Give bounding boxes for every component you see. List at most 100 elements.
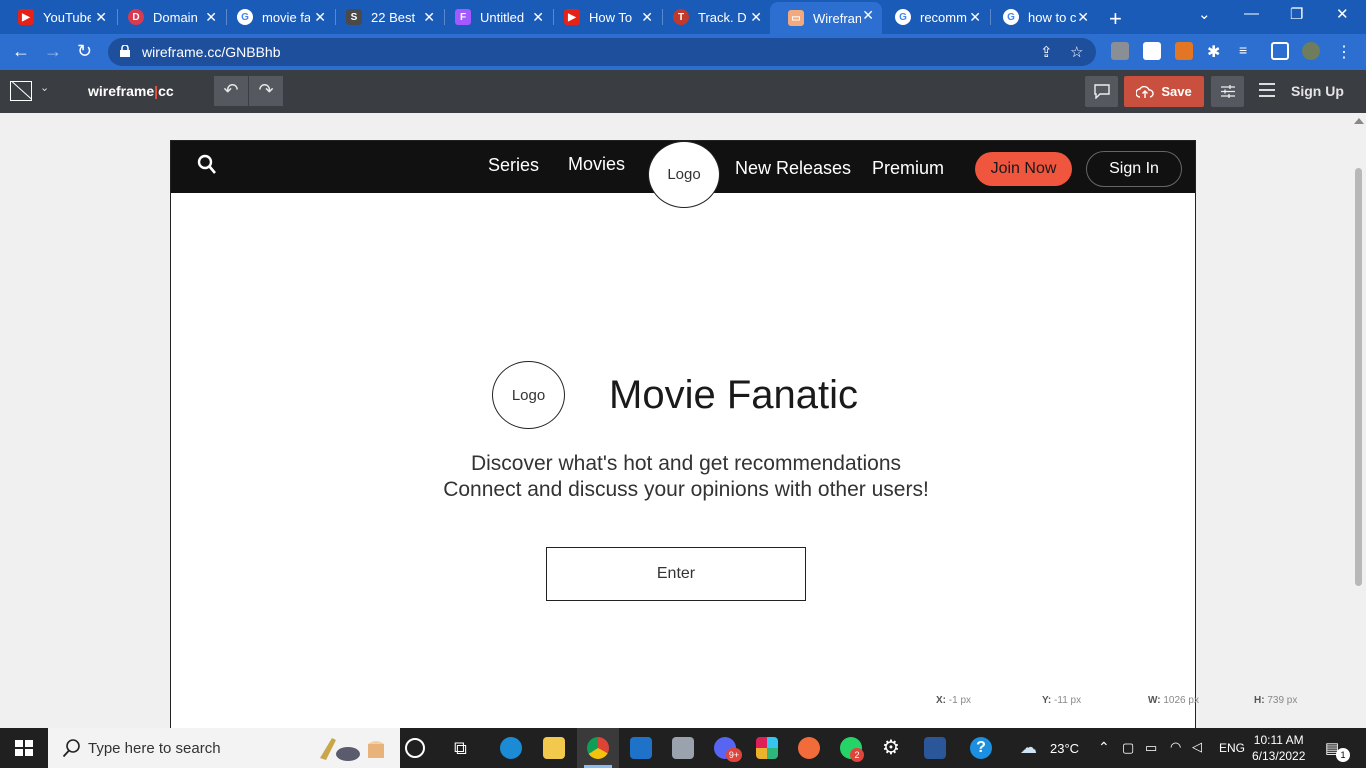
battery-icon[interactable]: ▭	[1145, 740, 1157, 756]
close-icon[interactable]: ✕	[969, 9, 981, 26]
clock[interactable]: 10:11 AM 6/13/2022	[1252, 732, 1305, 764]
browser-tab[interactable]: G movie fa ✕	[219, 4, 334, 30]
help-icon[interactable]: ?	[970, 737, 992, 759]
browser-tab[interactable]: G how to c ✕	[985, 4, 1097, 30]
word-icon[interactable]	[924, 737, 946, 759]
close-icon[interactable]: ✕	[862, 7, 874, 24]
language-indicator[interactable]: ENG	[1219, 741, 1245, 755]
enter-button[interactable]: Enter	[546, 547, 806, 601]
forward-icon[interactable]: →	[44, 41, 62, 62]
postman-icon[interactable]	[798, 737, 820, 759]
back-icon[interactable]: ←	[12, 41, 30, 62]
nav-link-movies[interactable]: Movies	[568, 154, 625, 175]
hamburger-menu-icon[interactable]	[1259, 83, 1275, 97]
windows-start-icon[interactable]	[15, 740, 33, 757]
volume-icon[interactable]: ◁	[1192, 739, 1202, 755]
more-menu-icon[interactable]: ⋮	[1336, 42, 1354, 61]
close-icon[interactable]: ✕	[205, 9, 217, 26]
cortana-icon[interactable]	[405, 738, 425, 758]
bookmark-star-icon[interactable]: ☆	[1070, 43, 1083, 61]
browser-toolbar: ← → ↻ wireframe.cc/GNBBhb ⇪ ☆ ✱ ≡ ⋮	[0, 34, 1366, 70]
coord-x: X: -1 px	[936, 695, 972, 706]
extensions-puzzle-icon[interactable]: ✱	[1207, 42, 1225, 61]
edge-icon[interactable]	[500, 737, 522, 759]
nav-link-series[interactable]: Series	[488, 155, 539, 176]
slack-icon[interactable]	[756, 737, 778, 759]
nav-link-premium[interactable]: Premium	[872, 158, 944, 179]
chevron-down-icon[interactable]: ⌄	[40, 81, 49, 94]
shape-tool-icon[interactable]	[10, 81, 32, 101]
browser-tab[interactable]: F Untitled ✕	[437, 4, 552, 30]
comment-button[interactable]	[1085, 76, 1118, 107]
browser-tab[interactable]: S 22 Best ✕	[328, 4, 443, 30]
vscode-icon[interactable]	[630, 737, 652, 759]
nav-link-new-releases[interactable]: New Releases	[735, 158, 851, 179]
close-icon[interactable]: ✕	[314, 9, 326, 26]
close-icon[interactable]: ✕	[95, 9, 107, 26]
metamask-icon[interactable]	[1175, 42, 1193, 60]
sign-in-button[interactable]: Sign In	[1086, 151, 1182, 187]
close-icon[interactable]: ✕	[641, 9, 653, 26]
extension-glasses-icon[interactable]	[1143, 42, 1161, 60]
wireframe-icon: ▭	[788, 10, 804, 26]
reload-icon[interactable]: ↻	[77, 41, 92, 62]
close-icon[interactable]: ✕	[423, 9, 435, 26]
scroll-up-icon[interactable]	[1354, 118, 1364, 124]
signup-link[interactable]: Sign Up	[1291, 83, 1344, 99]
browser-tab-strip: ▶ YouTube ✕ D Domain ✕ G movie fa ✕ S 22…	[0, 0, 1366, 34]
undo-button[interactable]: ↶	[214, 76, 248, 106]
cloud-upload-icon	[1136, 85, 1155, 98]
save-button[interactable]: Save	[1124, 76, 1204, 107]
file-explorer-icon[interactable]	[543, 737, 565, 759]
minimize-icon[interactable]: —	[1244, 5, 1259, 22]
address-bar[interactable]: wireframe.cc/GNBBhb ⇪ ☆	[108, 38, 1096, 66]
browser-tab[interactable]: D Domain ✕	[110, 4, 225, 30]
brand-logo: wireframe|cc	[88, 83, 174, 99]
settings-gear-icon[interactable]: ⚙	[882, 737, 904, 759]
close-icon[interactable]: ✕	[532, 9, 544, 26]
browser-tab[interactable]: ▶ How To ✕	[546, 4, 661, 30]
hero-title: Movie Fanatic	[609, 373, 858, 417]
search-icon[interactable]	[197, 154, 217, 176]
tab-search-chevron-icon[interactable]: ⌄	[1198, 5, 1211, 23]
google-icon: G	[895, 9, 911, 25]
restore-icon[interactable]: ❐	[1290, 5, 1303, 23]
join-now-button[interactable]: Join Now	[975, 152, 1072, 186]
wireframe-frame[interactable]: Series Movies Logo New Releases Premium …	[170, 140, 1196, 740]
hero-logo-placeholder: Logo	[492, 361, 565, 429]
task-view-icon[interactable]: ⧉	[454, 737, 476, 759]
side-panel-icon[interactable]	[1271, 42, 1289, 60]
lock-icon	[120, 45, 130, 57]
wifi-icon[interactable]: ◠	[1170, 739, 1181, 755]
weather-cloud-icon[interactable]: ☁	[1020, 738, 1037, 758]
vertical-scrollbar[interactable]	[1355, 168, 1362, 586]
figma-icon: F	[455, 9, 471, 25]
tab-label: movie fa	[262, 9, 310, 25]
settings-button[interactable]	[1211, 76, 1244, 107]
close-icon[interactable]: ✕	[1077, 9, 1089, 26]
tab-label: recomm	[920, 9, 967, 25]
redo-button[interactable]: ↷	[249, 76, 283, 106]
share-icon[interactable]: ⇪	[1040, 43, 1053, 61]
weather-temp[interactable]: 23°C	[1050, 741, 1079, 756]
browser-tab[interactable]: T Track. D ✕	[655, 4, 770, 30]
tab-label: Domain	[153, 9, 198, 25]
window-close-icon[interactable]: ✕	[1336, 5, 1349, 23]
browser-tab[interactable]: G recomm ✕	[877, 4, 989, 30]
tab-label: Wirefran	[813, 10, 861, 26]
media-control-icon[interactable]: ≡	[1239, 42, 1257, 60]
browser-tab[interactable]: ▶ YouTube ✕	[0, 4, 115, 30]
site-navbar: Series Movies Logo New Releases Premium …	[171, 141, 1195, 208]
extension-r-icon[interactable]	[1111, 42, 1129, 60]
tray-chevron-up-icon[interactable]: ⌃	[1098, 739, 1110, 756]
avatar[interactable]	[1302, 42, 1320, 60]
tray-meet-icon[interactable]: ▢	[1122, 740, 1134, 756]
domain-icon: D	[128, 9, 144, 25]
close-icon[interactable]: ✕	[750, 9, 762, 26]
browser-tab-active[interactable]: ▭ Wirefran ✕	[770, 2, 882, 34]
clock-date: 6/13/2022	[1252, 749, 1306, 763]
chrome-icon[interactable]	[587, 737, 609, 759]
new-tab-button[interactable]: +	[1109, 6, 1122, 32]
remote-desktop-icon[interactable]	[672, 737, 694, 759]
notification-badge: 1	[1336, 748, 1350, 762]
